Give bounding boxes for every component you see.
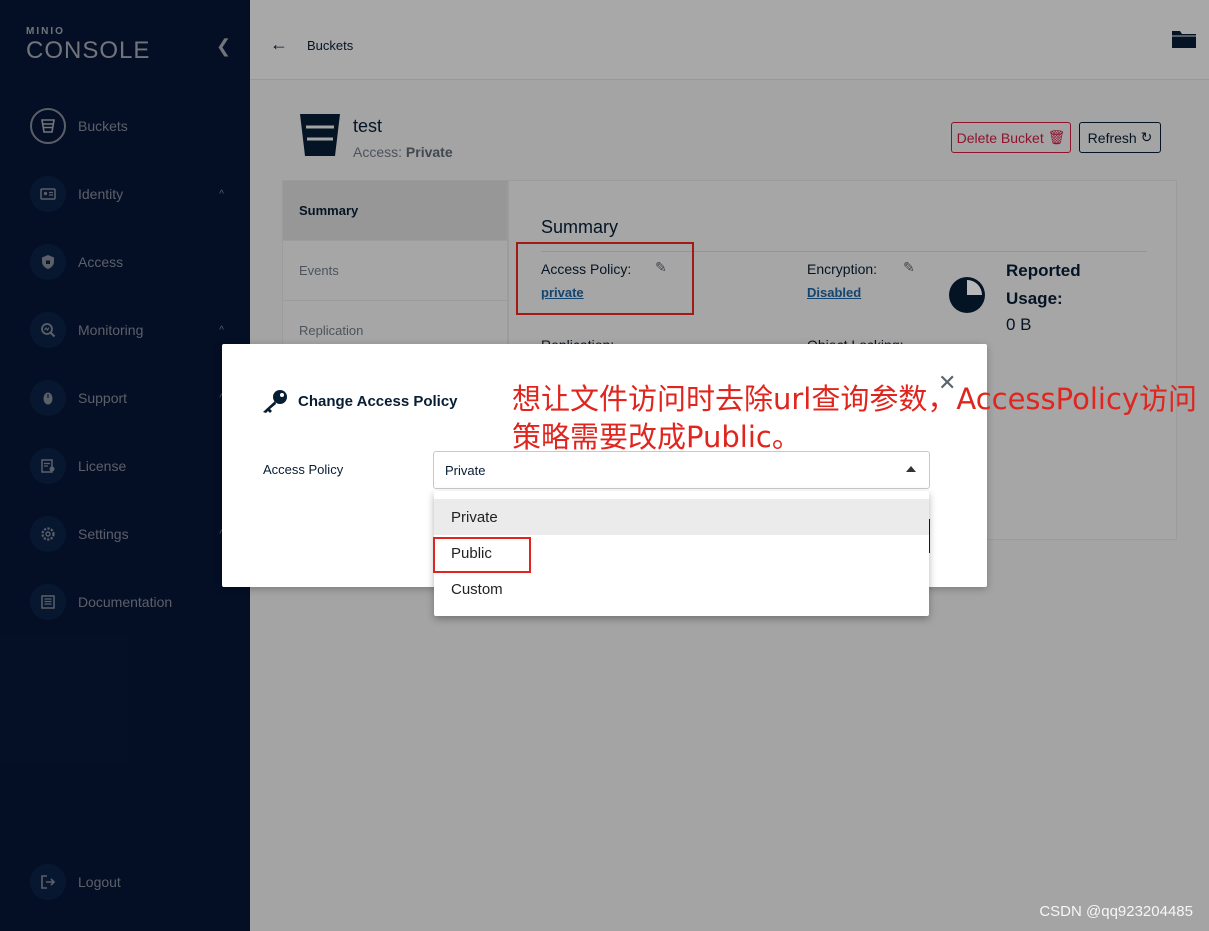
caret-up-icon — [906, 466, 916, 472]
annotation-text: 想让文件访问时去除url查询参数，AccessPolicy访问策略需要改成Pub… — [512, 382, 1198, 454]
watermark: CSDN @qq923204485 — [1039, 903, 1193, 920]
key-icon — [260, 388, 290, 419]
access-policy-select[interactable]: Private — [433, 451, 930, 489]
option-custom[interactable]: Custom — [434, 571, 929, 607]
highlight-box-public — [433, 537, 531, 573]
access-policy-field-label: Access Policy — [263, 462, 344, 477]
option-private[interactable]: Private — [434, 499, 929, 535]
select-value: Private — [445, 463, 486, 478]
dialog-title: Change Access Policy — [298, 393, 458, 410]
